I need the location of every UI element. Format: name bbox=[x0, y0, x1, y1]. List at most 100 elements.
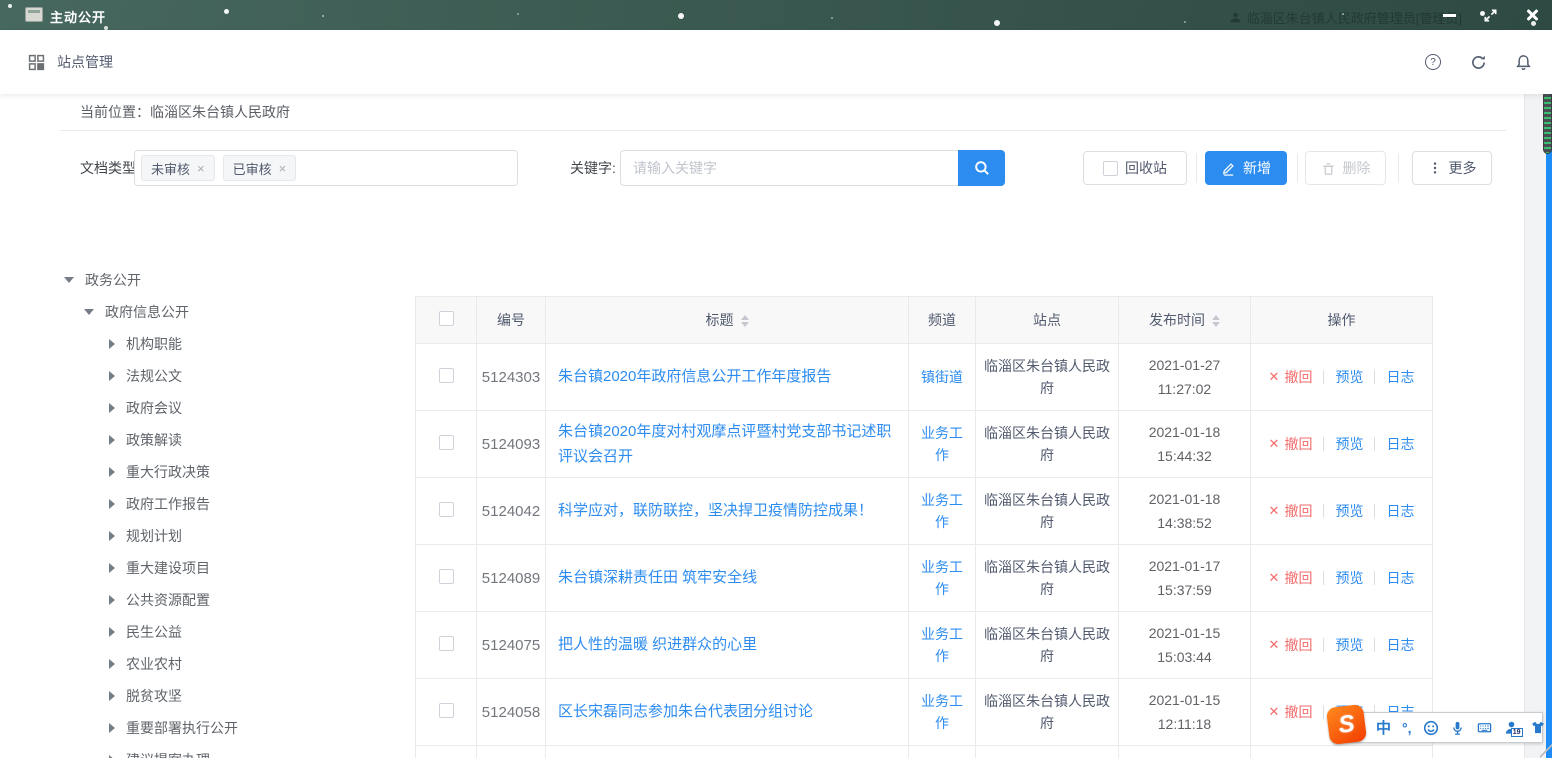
sogou-logo[interactable]: S bbox=[1326, 704, 1367, 745]
tree-item[interactable]: 政府会议 bbox=[60, 392, 410, 424]
resize-grip[interactable] bbox=[1540, 744, 1552, 758]
tree-item[interactable]: 重要部署执行公开 bbox=[60, 712, 410, 744]
doc-title-link[interactable]: 朱台镇2020年度对村观摩点评暨村党支部书记述职评议会召开 bbox=[558, 423, 891, 466]
scrollbar-thumb[interactable] bbox=[1543, 91, 1552, 154]
keyboard-icon[interactable] bbox=[1476, 720, 1493, 735]
tree-caret-icon[interactable] bbox=[109, 403, 115, 413]
tree-caret-icon[interactable] bbox=[84, 309, 94, 315]
log-action[interactable]: 日志 bbox=[1386, 367, 1414, 387]
tree-item[interactable]: 民生公益 bbox=[60, 616, 410, 648]
row-checkbox[interactable] bbox=[439, 703, 454, 718]
revoke-action[interactable]: ✕撤回 bbox=[1269, 702, 1313, 722]
tree-caret-icon[interactable] bbox=[109, 499, 115, 509]
doc-title-link[interactable]: 朱台镇深耕责任田 筑牢安全线 bbox=[558, 569, 757, 586]
tree-caret-icon[interactable] bbox=[109, 371, 115, 381]
add-button[interactable]: 新增 bbox=[1205, 151, 1287, 185]
doc-channel-link[interactable]: 业务工作 bbox=[921, 492, 963, 530]
tree-item[interactable]: 政策解读 bbox=[60, 424, 410, 456]
sort-title-icon[interactable] bbox=[741, 315, 749, 327]
tag-close-icon[interactable]: × bbox=[197, 161, 205, 176]
chinese-mode-icon[interactable]: 中 bbox=[1376, 717, 1391, 738]
site-management-menu[interactable]: 站点管理 bbox=[57, 52, 113, 72]
keyword-input[interactable] bbox=[620, 150, 958, 186]
row-checkbox[interactable] bbox=[439, 569, 454, 584]
select-all-checkbox[interactable] bbox=[439, 311, 454, 326]
tree-item[interactable]: 脱贫攻坚 bbox=[60, 680, 410, 712]
preview-action[interactable]: 预览 bbox=[1335, 367, 1363, 387]
close-button[interactable] bbox=[1511, 0, 1552, 30]
account-icon[interactable]: 19 bbox=[1504, 720, 1519, 735]
tree-item[interactable]: 法规公文 bbox=[60, 360, 410, 392]
log-action[interactable]: 日志 bbox=[1386, 635, 1414, 655]
preview-action[interactable]: 预览 bbox=[1335, 501, 1363, 521]
preview-action[interactable]: 预览 bbox=[1335, 434, 1363, 454]
minimize-button[interactable] bbox=[1429, 0, 1470, 30]
recycle-bin-button[interactable]: 回收站 bbox=[1083, 151, 1187, 185]
tree-caret-icon[interactable] bbox=[109, 627, 115, 637]
tree-caret-icon[interactable] bbox=[109, 595, 115, 605]
tree-caret-icon[interactable] bbox=[64, 277, 74, 283]
tree-item[interactable]: 重大建设项目 bbox=[60, 552, 410, 584]
recycle-bin-checkbox[interactable] bbox=[1103, 161, 1118, 176]
tree-item[interactable]: 政务公开 bbox=[60, 264, 410, 296]
doc-title-link[interactable]: 朱台镇2020年政府信息公开工作年度报告 bbox=[558, 368, 831, 385]
doc-channel-link[interactable]: 业务工作 bbox=[921, 626, 963, 664]
tree-caret-icon[interactable] bbox=[109, 435, 115, 445]
grid-menu-icon[interactable] bbox=[28, 54, 45, 71]
microphone-icon[interactable] bbox=[1450, 720, 1465, 736]
row-checkbox[interactable] bbox=[439, 435, 454, 450]
notifications-button[interactable] bbox=[1514, 53, 1532, 71]
tree-caret-icon[interactable] bbox=[109, 659, 115, 669]
revoke-action[interactable]: ✕撤回 bbox=[1269, 367, 1313, 387]
log-action[interactable]: 日志 bbox=[1386, 434, 1414, 454]
tree-caret-icon[interactable] bbox=[109, 339, 115, 349]
revoke-action[interactable]: ✕撤回 bbox=[1269, 434, 1313, 454]
log-action[interactable]: 日志 bbox=[1386, 501, 1414, 521]
search-button[interactable] bbox=[958, 150, 1005, 186]
doc-type-select[interactable]: 未审核 × 已审核 × bbox=[134, 150, 518, 186]
sort-time-icon[interactable] bbox=[1212, 315, 1220, 327]
tree-item[interactable]: 建议提案办理 bbox=[60, 744, 410, 758]
scrollbar-track[interactable] bbox=[1546, 85, 1552, 758]
doc-type-tag[interactable]: 已审核 × bbox=[223, 155, 297, 181]
tree-caret-icon[interactable] bbox=[109, 467, 115, 477]
doc-title-link[interactable]: 把人性的温暖 织进群众的心里 bbox=[558, 636, 757, 653]
doc-channel-link[interactable]: 镇街道 bbox=[921, 369, 963, 385]
tree-item[interactable]: 政府信息公开 bbox=[60, 296, 410, 328]
tree-caret-icon[interactable] bbox=[109, 723, 115, 733]
preview-action[interactable]: 预览 bbox=[1335, 635, 1363, 655]
tree-item[interactable]: 规划计划 bbox=[60, 520, 410, 552]
tree-item[interactable]: 农业农村 bbox=[60, 648, 410, 680]
tree-item[interactable]: 政府工作报告 bbox=[60, 488, 410, 520]
skin-icon[interactable] bbox=[1530, 720, 1546, 735]
doc-title-link[interactable]: 区长宋磊同志参加朱台代表团分组讨论 bbox=[558, 703, 813, 720]
maximize-button[interactable] bbox=[1470, 0, 1511, 30]
row-checkbox[interactable] bbox=[439, 368, 454, 383]
doc-channel-link[interactable]: 业务工作 bbox=[921, 425, 963, 463]
table-row: 5124058 区长宋磊同志参加朱台代表团分组讨论 业务工作 临淄区朱台镇人民政… bbox=[416, 679, 1433, 746]
tree-caret-icon[interactable] bbox=[109, 531, 115, 541]
delete-button[interactable]: 删除 bbox=[1305, 151, 1386, 185]
emoji-icon[interactable] bbox=[1423, 720, 1439, 736]
tree-caret-icon[interactable] bbox=[109, 563, 115, 573]
doc-type-tag[interactable]: 未审核 × bbox=[141, 155, 215, 181]
row-checkbox[interactable] bbox=[439, 502, 454, 517]
tree-item[interactable]: 重大行政决策 bbox=[60, 456, 410, 488]
punctuation-icon[interactable]: °, bbox=[1402, 720, 1412, 736]
tree-item[interactable]: 公共资源配置 bbox=[60, 584, 410, 616]
revoke-action[interactable]: ✕撤回 bbox=[1269, 501, 1313, 521]
revoke-action[interactable]: ✕撤回 bbox=[1269, 568, 1313, 588]
doc-channel-link[interactable]: 业务工作 bbox=[921, 693, 963, 731]
tree-caret-icon[interactable] bbox=[109, 691, 115, 701]
help-button[interactable]: ? bbox=[1424, 53, 1442, 71]
doc-channel-link[interactable]: 业务工作 bbox=[921, 559, 963, 597]
tag-close-icon[interactable]: × bbox=[279, 161, 287, 176]
preview-action[interactable]: 预览 bbox=[1335, 568, 1363, 588]
doc-title-link[interactable]: 科学应对，联防联控，坚决捍卫疫情防控成果！ bbox=[558, 502, 873, 519]
revoke-action[interactable]: ✕撤回 bbox=[1269, 635, 1313, 655]
row-checkbox[interactable] bbox=[439, 636, 454, 651]
refresh-button[interactable] bbox=[1469, 53, 1487, 71]
tree-item[interactable]: 机构职能 bbox=[60, 328, 410, 360]
more-button[interactable]: 更多 bbox=[1412, 151, 1492, 185]
log-action[interactable]: 日志 bbox=[1386, 568, 1414, 588]
